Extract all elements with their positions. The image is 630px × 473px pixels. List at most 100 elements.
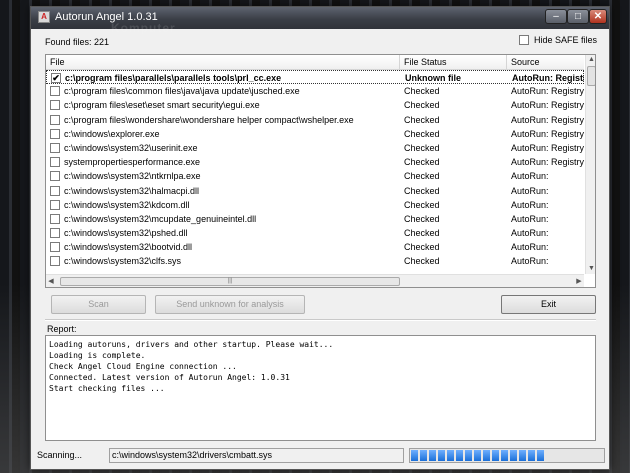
table-row[interactable]: c:\windows\system32\pshed.dll Checked Auto… (46, 226, 584, 240)
scroll-down-arrow-icon[interactable]: ▼ (586, 264, 595, 274)
progress-segment (474, 450, 481, 461)
found-files-count: Found files: 221 (45, 37, 110, 47)
row-checkbox[interactable]: ✔ (51, 73, 61, 83)
row-source: AutoRun: Registry (511, 86, 584, 97)
table-row[interactable]: c:\windows\system32\ntkrnlpa.exe Checked A… (46, 169, 584, 183)
row-file-status: Checked (404, 213, 440, 224)
row-source: AutoRun: (511, 256, 549, 267)
row-file-path: c:\program files\eset\eset smart securit… (64, 100, 260, 111)
app-window: A Autorun Angel 1.0.31 Komputer – □ ✕ Fo… (30, 6, 610, 470)
app-angel-icon: A (38, 11, 50, 23)
row-source: AutoRun: Registry (511, 142, 584, 153)
row-source: AutoRun: (511, 199, 549, 210)
table-row[interactable]: c:\program files\wondershare\wondershare… (46, 113, 584, 127)
progress-segment (519, 450, 526, 461)
status-bar: Scanning... c:\windows\system32\drivers\… (31, 445, 609, 469)
row-source: AutoRun: Registry (511, 128, 584, 139)
row-source: AutoRun: Registry (511, 114, 584, 125)
progress-segment (456, 450, 463, 461)
horizontal-scrollbar[interactable]: ◀ ||| ▶ (46, 274, 584, 287)
row-source: AutoRun: (511, 242, 549, 253)
table-row[interactable]: systempropertiesperformance.exe Checked Au… (46, 155, 584, 169)
row-checkbox[interactable] (50, 171, 60, 182)
progress-segment (465, 450, 472, 461)
table-row[interactable]: c:\windows\system32\mcupdate_genuineinte… (46, 212, 584, 226)
row-file-path: c:\windows\system32\pshed.dll (64, 228, 188, 239)
progress-segment (438, 450, 445, 461)
hide-safe-checkbox[interactable] (519, 35, 529, 45)
status-current-file: c:\windows\system32\drivers\cmbatt.sys (109, 448, 404, 463)
row-checkbox[interactable] (50, 185, 60, 196)
row-file-status: Checked (404, 128, 440, 139)
row-checkbox[interactable] (50, 228, 60, 239)
row-checkbox[interactable] (50, 157, 60, 168)
table-row[interactable]: c:\windows\system32\halmacpi.dll Checked A… (46, 184, 584, 198)
row-file-path: c:\program files\wondershare\wondershare… (64, 114, 354, 125)
row-file-status: Checked (404, 171, 440, 182)
scroll-up-arrow-icon[interactable]: ▲ (586, 55, 595, 65)
column-header-file[interactable]: File (46, 55, 400, 69)
vertical-scrollbar[interactable]: ▲ ▼ (585, 55, 595, 274)
row-source: AutoRun: (511, 171, 549, 182)
hide-safe-toggle[interactable]: Hide SAFE files (519, 35, 597, 45)
progress-segment (510, 450, 517, 461)
row-source: AutoRun: Registry (511, 157, 584, 168)
close-button[interactable]: ✕ (589, 9, 607, 24)
divider (45, 319, 596, 321)
row-file-path: c:\windows\system32\kdcom.dll (64, 199, 190, 210)
watermark-text: Komputer (111, 21, 176, 35)
row-file-status: Checked (404, 100, 440, 111)
horizontal-scroll-thumb[interactable]: ||| (60, 277, 400, 286)
table-row[interactable]: c:\windows\system32\clfs.sys Checked AutoR… (46, 254, 584, 268)
row-file-path: c:\windows\system32\userinit.exe (64, 142, 198, 153)
send-unknown-button[interactable]: Send unknown for analysis (155, 295, 305, 314)
row-file-path: c:\program files\common files\java\java … (64, 86, 300, 97)
row-checkbox[interactable] (50, 128, 60, 139)
column-header-status[interactable]: File Status (400, 55, 507, 69)
minimize-button[interactable]: – (545, 9, 567, 24)
row-checkbox[interactable] (50, 256, 60, 267)
row-file-path: c:\windows\system32\mcupdate_genuineinte… (64, 213, 257, 224)
row-file-status: Checked (404, 185, 440, 196)
hide-safe-label: Hide SAFE files (534, 35, 598, 45)
progress-segment (492, 450, 499, 461)
column-header-source[interactable]: Source (507, 55, 584, 69)
maximize-button[interactable]: □ (567, 9, 589, 24)
report-line: Loading is complete. (49, 351, 146, 360)
vertical-scroll-thumb[interactable] (587, 66, 595, 86)
row-checkbox[interactable] (50, 213, 60, 224)
row-checkbox[interactable] (50, 199, 60, 210)
scroll-right-arrow-icon[interactable]: ▶ (574, 275, 584, 287)
table-body: ✔ c:\program files\parallels\parallels to… (46, 70, 584, 274)
table-row[interactable]: c:\windows\system32\userinit.exe Checked A… (46, 141, 584, 155)
scan-progress-bar (409, 448, 605, 463)
table-row[interactable]: c:\program files\common files\java\java … (46, 84, 584, 98)
report-line: Start checking files ... (49, 384, 165, 393)
row-file-status: Unknown file (405, 73, 461, 83)
row-file-path: c:\windows\system32\clfs.sys (64, 256, 182, 267)
row-checkbox[interactable] (50, 86, 60, 97)
table-row[interactable]: c:\windows\system32\bootvid.dll Checked Au… (46, 240, 584, 254)
row-checkbox[interactable] (50, 242, 60, 253)
row-checkbox[interactable] (50, 114, 60, 125)
status-label: Scanning... (37, 450, 83, 460)
scan-button[interactable]: Scan (51, 295, 146, 314)
table-row[interactable]: c:\program files\eset\eset smart securit… (46, 98, 584, 112)
report-line: Loading autoruns, drivers and other star… (49, 340, 334, 349)
progress-fill (411, 450, 544, 461)
table-row[interactable]: ✔ c:\program files\parallels\parallels to… (46, 70, 584, 85)
row-checkbox[interactable] (50, 142, 60, 153)
progress-segment (429, 450, 436, 461)
title-bar[interactable]: A Autorun Angel 1.0.31 Komputer – □ ✕ (31, 7, 609, 35)
row-source: AutoRun: Registry (511, 100, 584, 111)
row-checkbox[interactable] (50, 100, 60, 111)
row-file-status: Checked (404, 199, 440, 210)
table-row[interactable]: c:\windows\system32\kdcom.dll Checked Auto… (46, 198, 584, 212)
report-log[interactable]: Loading autoruns, drivers and other star… (45, 335, 596, 441)
table-row[interactable]: c:\windows\explorer.exe Checked AutoRun: R… (46, 127, 584, 141)
exit-button[interactable]: Exit (501, 295, 596, 314)
report-line: Check Angel Cloud Engine connection ... (49, 362, 237, 371)
row-file-path: c:\windows\explorer.exe (64, 128, 160, 139)
scroll-left-arrow-icon[interactable]: ◀ (46, 275, 56, 287)
progress-segment (528, 450, 535, 461)
